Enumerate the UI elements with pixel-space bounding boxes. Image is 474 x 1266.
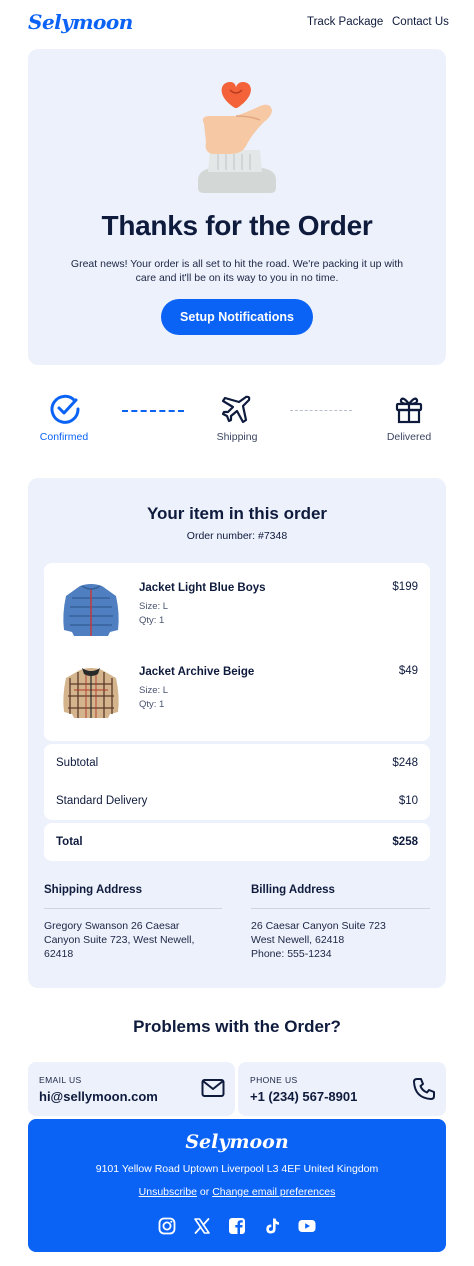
item-price: $49 xyxy=(398,665,418,677)
x-icon[interactable] xyxy=(193,1217,211,1235)
phone-label: PHONE US xyxy=(250,1075,298,1085)
billing-address-line: West Newell, 62418 xyxy=(251,934,345,946)
unsubscribe-link[interactable]: Unsubscribe xyxy=(139,1186,197,1198)
phone-icon xyxy=(413,1078,435,1100)
shipping-address-line: Canyon Suite 723, West Newell, xyxy=(44,934,195,946)
hero-message: Great news! Your order is all set to hit… xyxy=(70,258,404,284)
billing-address-line: Phone: 555-1234 xyxy=(251,948,332,960)
subtotal-label: Subtotal xyxy=(56,757,99,769)
billing-address-line: 26 Caesar Canyon Suite 723 xyxy=(251,920,386,932)
total-label: Total xyxy=(56,836,83,848)
step-label-shipping: Shipping xyxy=(216,431,258,443)
brand-logo[interactable]: Selymoon xyxy=(28,10,133,34)
subtotal-box xyxy=(44,744,430,820)
hero-title: Thanks for the Order xyxy=(101,210,373,241)
shipping-address-heading: Shipping Address xyxy=(44,884,142,896)
email-link[interactable]: hi@sellymoon.com xyxy=(39,1089,158,1104)
problems-title: Problems with the Order? xyxy=(133,1017,341,1036)
divider xyxy=(251,908,430,909)
delivery-value: $10 xyxy=(398,795,418,807)
nav-track-package[interactable]: Track Package xyxy=(307,16,383,28)
item-name[interactable]: Jacket Archive Beige xyxy=(139,666,254,678)
footer-links: Unsubscribe or Change email preferences xyxy=(0,1186,474,1198)
item-size: Size: L xyxy=(139,685,169,696)
item-size: Size: L xyxy=(139,601,169,612)
mail-icon xyxy=(201,1079,225,1097)
gift-icon xyxy=(395,397,423,424)
billing-address-heading: Billing Address xyxy=(251,884,335,896)
order-title: Your item in this order xyxy=(146,504,328,523)
item-name[interactable]: Jacket Light Blue Boys xyxy=(139,582,266,594)
delivery-label: Standard Delivery xyxy=(56,795,148,807)
step-connector-1 xyxy=(122,410,184,412)
email-label: EMAIL US xyxy=(39,1075,82,1085)
product-image-jacket-archive-beige[interactable] xyxy=(60,664,122,722)
order-number: Order number: #7348 xyxy=(186,530,288,542)
facebook-icon[interactable] xyxy=(228,1217,246,1235)
shipping-address-line: 62418 xyxy=(44,948,74,960)
setup-notifications-button[interactable]: Setup Notifications xyxy=(161,299,313,335)
subtotal-value: $248 xyxy=(392,757,418,769)
item-price: $199 xyxy=(392,581,418,593)
phone-link[interactable]: +1 (234) 567-8901 xyxy=(250,1089,357,1104)
footer-address: 9101 Yellow Road Uptown Liverpool L3 4EF… xyxy=(95,1163,379,1175)
nav-contact-us[interactable]: Contact Us xyxy=(392,16,449,28)
item-qty: Qty: 1 xyxy=(139,699,165,710)
heart-hand-illustration xyxy=(198,82,276,193)
shipping-address-line: Gregory Swanson 26 Caesar xyxy=(44,920,180,932)
divider xyxy=(44,908,222,909)
step-label-delivered: Delivered xyxy=(386,431,432,443)
total-value: $258 xyxy=(392,836,418,848)
youtube-icon[interactable] xyxy=(298,1217,316,1235)
step-label-confirmed: Confirmed xyxy=(39,431,89,443)
check-circle-icon xyxy=(50,394,80,424)
instagram-icon[interactable] xyxy=(158,1217,176,1235)
airplane-icon xyxy=(221,395,251,424)
step-connector-2 xyxy=(290,410,352,411)
item-qty: Qty: 1 xyxy=(139,615,165,626)
footer-links-separator: or xyxy=(197,1186,213,1198)
product-image-jacket-light-blue[interactable] xyxy=(58,580,124,640)
footer-logo[interactable]: Selymoon xyxy=(0,1131,474,1153)
tiktok-icon[interactable] xyxy=(263,1217,281,1235)
email-preferences-link[interactable]: Change email preferences xyxy=(212,1186,335,1198)
